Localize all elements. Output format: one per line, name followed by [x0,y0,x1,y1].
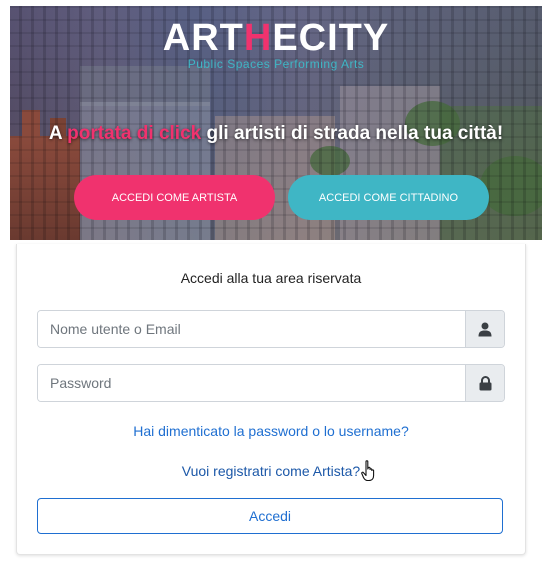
logo-tagline: Public Spaces Performing Arts [187,57,365,71]
login-title: Accedi alla tua area riservata [180,270,362,286]
hand-pointer-cursor-icon [361,460,375,482]
headline-start: A [48,123,68,144]
headline-end: gli artisti di strada nella tua città! [201,123,504,144]
logo-text-left: ART [162,17,244,59]
login-as-citizen-button[interactable]: ACCEDI COME CITTADINO [288,175,489,220]
headline-highlight: portata di click [67,123,202,144]
user-icon [465,311,504,347]
register-as-artist-link[interactable]: Vuoi registratri come Artista? [17,463,525,479]
password-input[interactable] [38,365,465,401]
hero-banner: ARTHECITY Public Spaces Performing Arts … [10,6,542,240]
login-card: Accedi alla tua area riservata Hai dimen… [16,244,526,555]
username-input[interactable] [38,311,465,347]
lock-icon [465,365,504,401]
logo-text-mark: H [243,17,273,59]
hero-headline: A portata di click gli artisti di strada… [10,123,542,145]
login-as-artist-button[interactable]: ACCEDI COME ARTISTA [74,175,275,220]
login-submit-button[interactable]: Accedi [37,498,503,534]
password-input-group [37,364,505,402]
username-input-group [37,310,505,348]
logo-text-right: ECITY [272,17,390,59]
artchecity-logo[interactable]: ARTHECITY [10,18,542,58]
forgot-password-link[interactable]: Hai dimenticato la password o lo usernam… [17,423,525,439]
